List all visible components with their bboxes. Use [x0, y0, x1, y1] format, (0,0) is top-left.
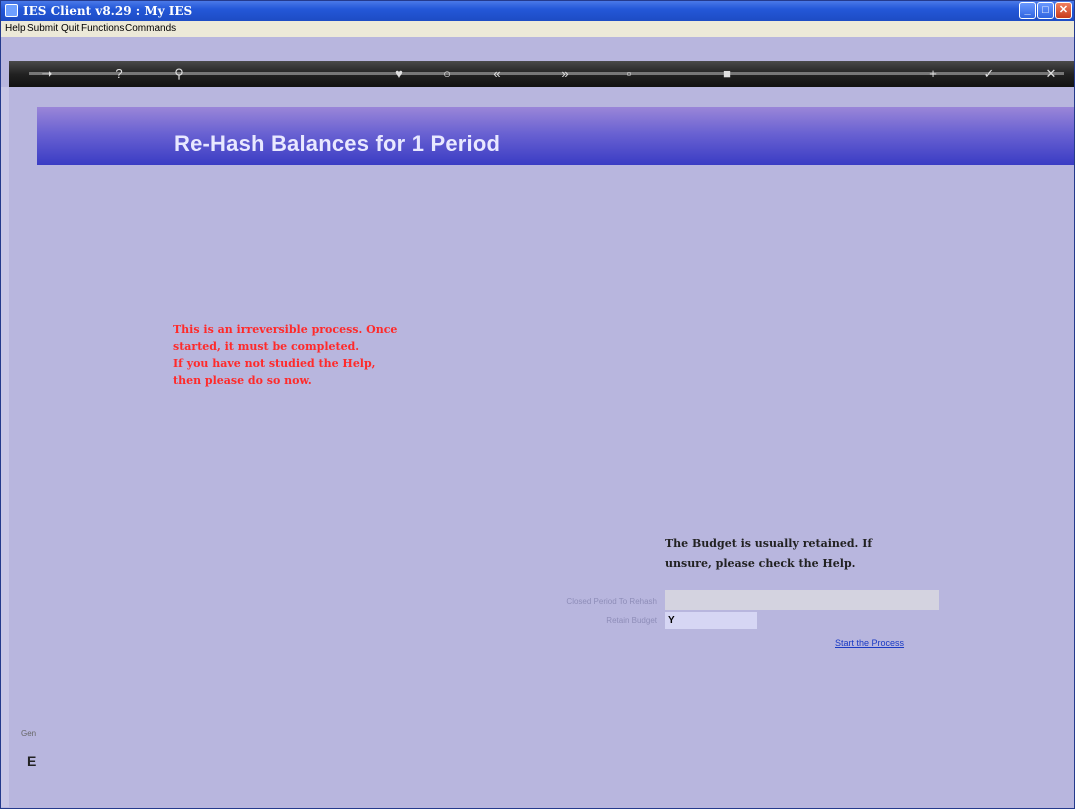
start-process-link[interactable]: Start the Process	[835, 638, 904, 648]
menu-submit[interactable]: Submit	[27, 23, 58, 34]
warning-line: This is an irreversible process. Once	[173, 323, 398, 336]
retain-budget-input[interactable]	[665, 612, 757, 629]
circle-icon[interactable]: ○	[439, 66, 455, 82]
title-bar[interactable]: IES Client v8.29 : My IES _ □ ✕	[1, 1, 1074, 21]
note-line: The Budget is usually retained. If	[665, 537, 873, 550]
page-icon[interactable]: ▫	[621, 66, 637, 82]
help-icon[interactable]: ?	[111, 66, 127, 82]
maximize-button[interactable]: □	[1037, 2, 1054, 19]
closed-period-input[interactable]	[665, 590, 939, 610]
budget-note: The Budget is usually retained. If unsur…	[665, 534, 905, 574]
menu-commands[interactable]: Commands	[125, 23, 176, 34]
check-icon[interactable]: ✓	[981, 66, 997, 82]
app-window: IES Client v8.29 : My IES _ □ ✕ Help Sub…	[0, 0, 1075, 809]
app-icon	[5, 4, 18, 17]
menu-quit[interactable]: Quit	[61, 23, 79, 34]
note-line: unsure, please check the Help.	[665, 557, 856, 570]
warning-line: If you have not studied the Help,	[173, 357, 376, 370]
fast-forward-icon[interactable]: »	[557, 66, 573, 82]
heart-icon[interactable]: ♥	[391, 66, 407, 82]
menu-help[interactable]: Help	[5, 23, 26, 34]
left-strip	[1, 87, 9, 807]
add-icon[interactable]: +	[925, 66, 941, 82]
square-icon[interactable]: ■	[719, 66, 735, 82]
menu-functions[interactable]: Functions	[81, 23, 124, 34]
rewind-icon[interactable]: «	[489, 66, 505, 82]
toolbar: ➝ ? ⚲ ♥ ○ « » ▫ ■ + ✓ ✕	[9, 61, 1074, 87]
retain-budget-label: Retain Budget	[606, 616, 657, 625]
page-title: Re-Hash Balances for 1 Period	[174, 131, 501, 156]
side-label-e: E	[27, 753, 37, 769]
side-label-gen: Gen	[21, 729, 37, 738]
irreversible-warning: This is an irreversible process. Once st…	[173, 321, 443, 389]
close-window-button[interactable]: ✕	[1055, 2, 1072, 19]
minimize-button[interactable]: _	[1019, 2, 1036, 19]
search-icon[interactable]: ⚲	[171, 66, 187, 82]
window-title: IES Client v8.29 : My IES	[23, 4, 193, 18]
menu-bar: Help Submit Quit Functions Commands	[1, 21, 1074, 37]
close-icon[interactable]: ✕	[1043, 66, 1059, 82]
closed-period-label: Closed Period To Rehash	[566, 597, 657, 606]
page-header: Re-Hash Balances for 1 Period	[37, 107, 1074, 165]
arrow-right-icon[interactable]: ➝	[39, 66, 55, 82]
warning-line: started, it must be completed.	[173, 340, 360, 353]
warning-line: then please do so now.	[173, 374, 312, 387]
